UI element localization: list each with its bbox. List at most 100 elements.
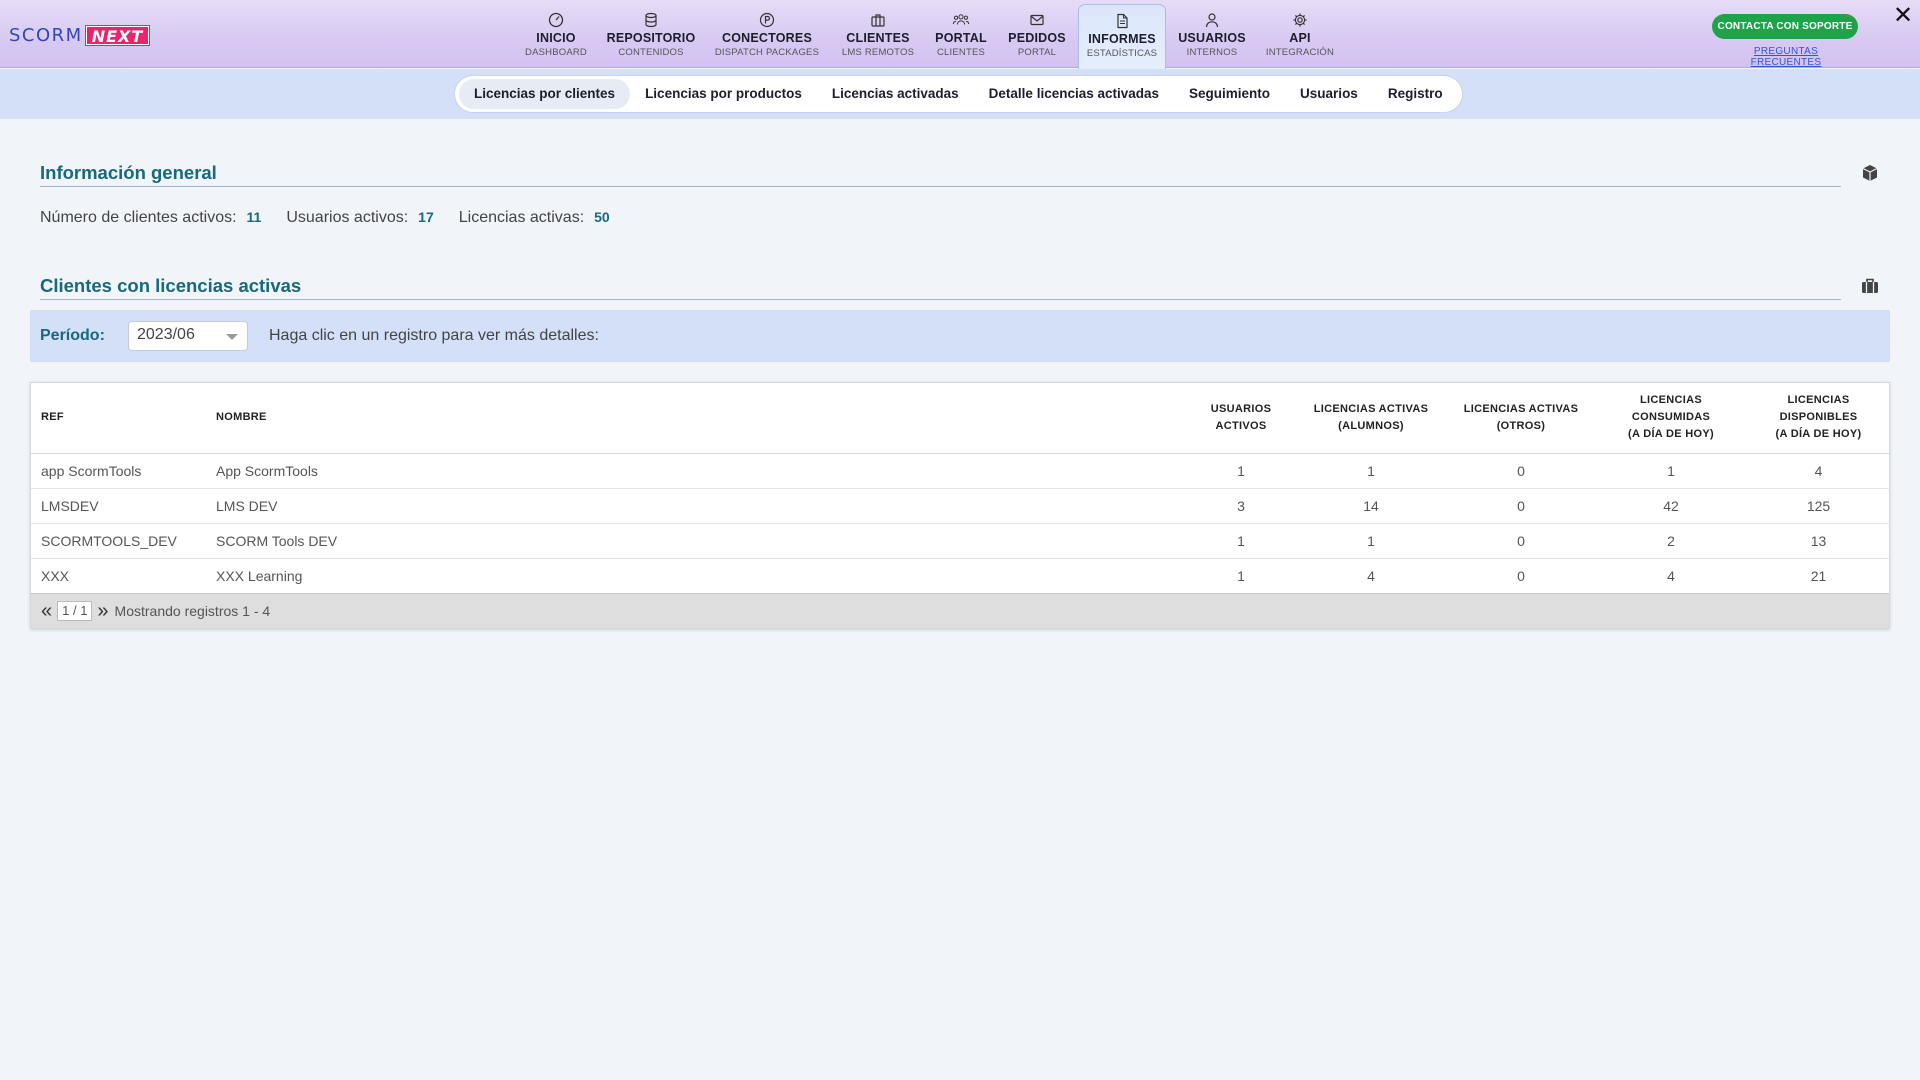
column-header-nombre[interactable]: NOMBRE	[206, 383, 1186, 454]
active-clients-label: Número de clientes activos:	[40, 209, 237, 226]
cell-disponibles: 4	[1814, 462, 1823, 479]
clients-section-title: Clientes con licencias activas	[40, 275, 302, 296]
clients-section-divider	[40, 299, 1841, 300]
active-licenses-value: 50	[594, 209, 610, 225]
nav-usuarios-label: USUARIOS	[1178, 31, 1246, 45]
user-icon	[1203, 12, 1221, 28]
general-info-title: Información general	[40, 162, 217, 183]
report-tabs: Licencias por clientes Licencias por pro…	[454, 75, 1463, 113]
nav-inicio[interactable]: INICIO DASHBOARD	[525, 4, 587, 68]
column-header-licencias-disponibles[interactable]: LICENCIAS DISPONIBLES (A DÍA DE HOY)	[1746, 383, 1891, 454]
cube-icon[interactable]	[1860, 163, 1880, 183]
cell-usuarios: 3	[1237, 497, 1245, 514]
contact-support-button[interactable]: CONTACTA CON SOPORTE	[1712, 14, 1858, 39]
briefcase-icon[interactable]	[1860, 276, 1880, 296]
tab-licencias-por-clientes[interactable]: Licencias por clientes	[459, 79, 631, 109]
cell-usuarios: 1	[1237, 532, 1245, 549]
top-navigation-bar: SCORM NEXT INICIO DASHBOARD REPOSITORIO …	[0, 0, 1920, 69]
table-pagination: « 1 / 1 » Mostrando registros 1 - 4	[31, 593, 1889, 628]
table-row[interactable]: SCORMTOOLS_DEV SCORM Tools DEV 1 1 0 2 1…	[31, 523, 1891, 558]
column-header-licencias-otros[interactable]: LICENCIAS ACTIVAS (OTROS)	[1446, 383, 1596, 454]
nav-clientes-sub: LMS REMOTOS	[841, 47, 915, 58]
connector-circle-icon	[758, 12, 776, 28]
gear-icon	[1291, 12, 1309, 28]
cell-ref: XXX	[41, 567, 70, 584]
last-page-icon[interactable]: »	[97, 601, 108, 621]
column-header-usuarios-activos[interactable]: USUARIOS ACTIVOS	[1186, 383, 1296, 454]
active-users-label: Usuarios activos:	[286, 209, 409, 226]
nav-clientes[interactable]: CLIENTES LMS REMOTOS	[838, 4, 918, 68]
general-stats: Número de clientes activos: 11 Usuarios …	[40, 209, 635, 227]
cell-alumnos: 4	[1367, 567, 1375, 584]
cell-otros: 0	[1517, 497, 1525, 514]
nav-pedidos[interactable]: PEDIDOS PORTAL	[1004, 4, 1070, 68]
column-header-licencias-alumnos[interactable]: LICENCIAS ACTIVAS (ALUMNOS)	[1296, 383, 1446, 454]
nav-portal-sub: CLIENTES	[936, 47, 986, 58]
faq-link[interactable]: PREGUNTAS FRECUENTES	[1718, 46, 1854, 68]
tab-licencias-activadas[interactable]: Licencias activadas	[817, 79, 974, 109]
cell-otros: 0	[1517, 567, 1525, 584]
cell-nombre: App ScormTools	[216, 462, 318, 479]
cell-consumidas: 1	[1667, 462, 1675, 479]
cell-disponibles: 125	[1806, 497, 1831, 514]
cell-otros: 0	[1517, 532, 1525, 549]
page-indicator-input[interactable]: 1 / 1	[57, 601, 93, 621]
cell-nombre: XXX Learning	[216, 567, 303, 584]
cell-ref: app ScormTools	[41, 462, 142, 479]
tab-usuarios[interactable]: Usuarios	[1285, 79, 1373, 109]
period-filter-bar: Período: 2023/06 Haga clic en un registr…	[30, 310, 1890, 362]
cell-consumidas: 4	[1667, 567, 1675, 584]
cell-alumnos: 1	[1367, 532, 1375, 549]
first-page-icon[interactable]: «	[41, 601, 52, 621]
sub-navigation-bar: Licencias por clientes Licencias por pro…	[0, 69, 1920, 119]
table-row[interactable]: LMSDEV LMS DEV 3 14 0 42 125	[31, 488, 1891, 523]
nav-informes-sub: ESTADÍSTICAS	[1086, 48, 1158, 59]
cell-alumnos: 1	[1367, 462, 1375, 479]
dashboard-gauge-icon	[547, 12, 565, 28]
cell-ref: LMSDEV	[41, 497, 99, 514]
column-header-ref[interactable]: REF	[31, 383, 206, 454]
nav-informes[interactable]: INFORMES ESTADÍSTICAS	[1078, 4, 1166, 69]
cell-nombre: SCORM Tools DEV	[216, 532, 338, 549]
cell-usuarios: 1	[1237, 567, 1245, 584]
document-icon	[1113, 13, 1131, 29]
nav-api[interactable]: API INTEGRACIÓN	[1262, 4, 1338, 68]
nav-repositorio[interactable]: REPOSITORIO CONTENIDOS	[606, 4, 696, 68]
nav-usuarios-sub: INTERNOS	[1186, 47, 1238, 58]
tab-detalle-licencias-activadas[interactable]: Detalle licencias activadas	[974, 79, 1174, 109]
general-info-divider	[40, 186, 1841, 187]
nav-portal[interactable]: PORTAL CLIENTES	[930, 4, 992, 68]
table-hint-text: Haga clic en un registro para ver más de…	[269, 327, 599, 344]
nav-conectores[interactable]: CONECTORES DISPATCH PACKAGES	[712, 4, 822, 68]
period-label: Período:	[40, 327, 105, 344]
nav-conectores-sub: DISPATCH PACKAGES	[714, 47, 820, 58]
nav-clientes-label: CLIENTES	[846, 31, 910, 45]
nav-api-sub: INTEGRACIÓN	[1265, 47, 1335, 58]
cell-otros: 0	[1517, 462, 1525, 479]
active-clients-value: 11	[246, 209, 262, 225]
close-icon[interactable]: ✕	[1893, 4, 1913, 28]
users-group-icon	[952, 12, 970, 28]
chevron-down-icon[interactable]	[226, 334, 238, 340]
cell-disponibles: 13	[1810, 532, 1827, 549]
tab-seguimiento[interactable]: Seguimiento	[1174, 79, 1285, 109]
nav-repositorio-sub: CONTENIDOS	[618, 47, 684, 58]
cell-alumnos: 14	[1363, 497, 1379, 514]
cell-consumidas: 42	[1663, 497, 1679, 514]
table-header-row: REF NOMBRE USUARIOS ACTIVOS LICENCIAS ACT…	[31, 383, 1891, 454]
tab-licencias-por-productos[interactable]: Licencias por productos	[630, 79, 817, 109]
cell-disponibles: 21	[1810, 567, 1827, 584]
table-row[interactable]: app ScormTools App ScormTools 1 1 0 1 4	[31, 453, 1891, 488]
nav-repositorio-label: REPOSITORIO	[606, 31, 696, 45]
nav-informes-label: INFORMES	[1088, 32, 1156, 46]
nav-inicio-sub: DASHBOARD	[525, 47, 587, 58]
nav-pedidos-label: PEDIDOS	[1008, 31, 1066, 45]
briefcase-icon	[869, 12, 887, 28]
table-row[interactable]: XXX XXX Learning 1 4 0 4 21	[31, 558, 1891, 593]
nav-usuarios[interactable]: USUARIOS INTERNOS	[1172, 4, 1252, 68]
database-icon	[642, 12, 660, 28]
column-header-licencias-consumidas[interactable]: LICENCIAS CONSUMIDAS (A DÍA DE HOY)	[1596, 383, 1746, 454]
nav-conectores-label: CONECTORES	[722, 31, 812, 45]
tab-registro[interactable]: Registro	[1373, 79, 1458, 109]
nav-inicio-label: INICIO	[536, 31, 576, 45]
